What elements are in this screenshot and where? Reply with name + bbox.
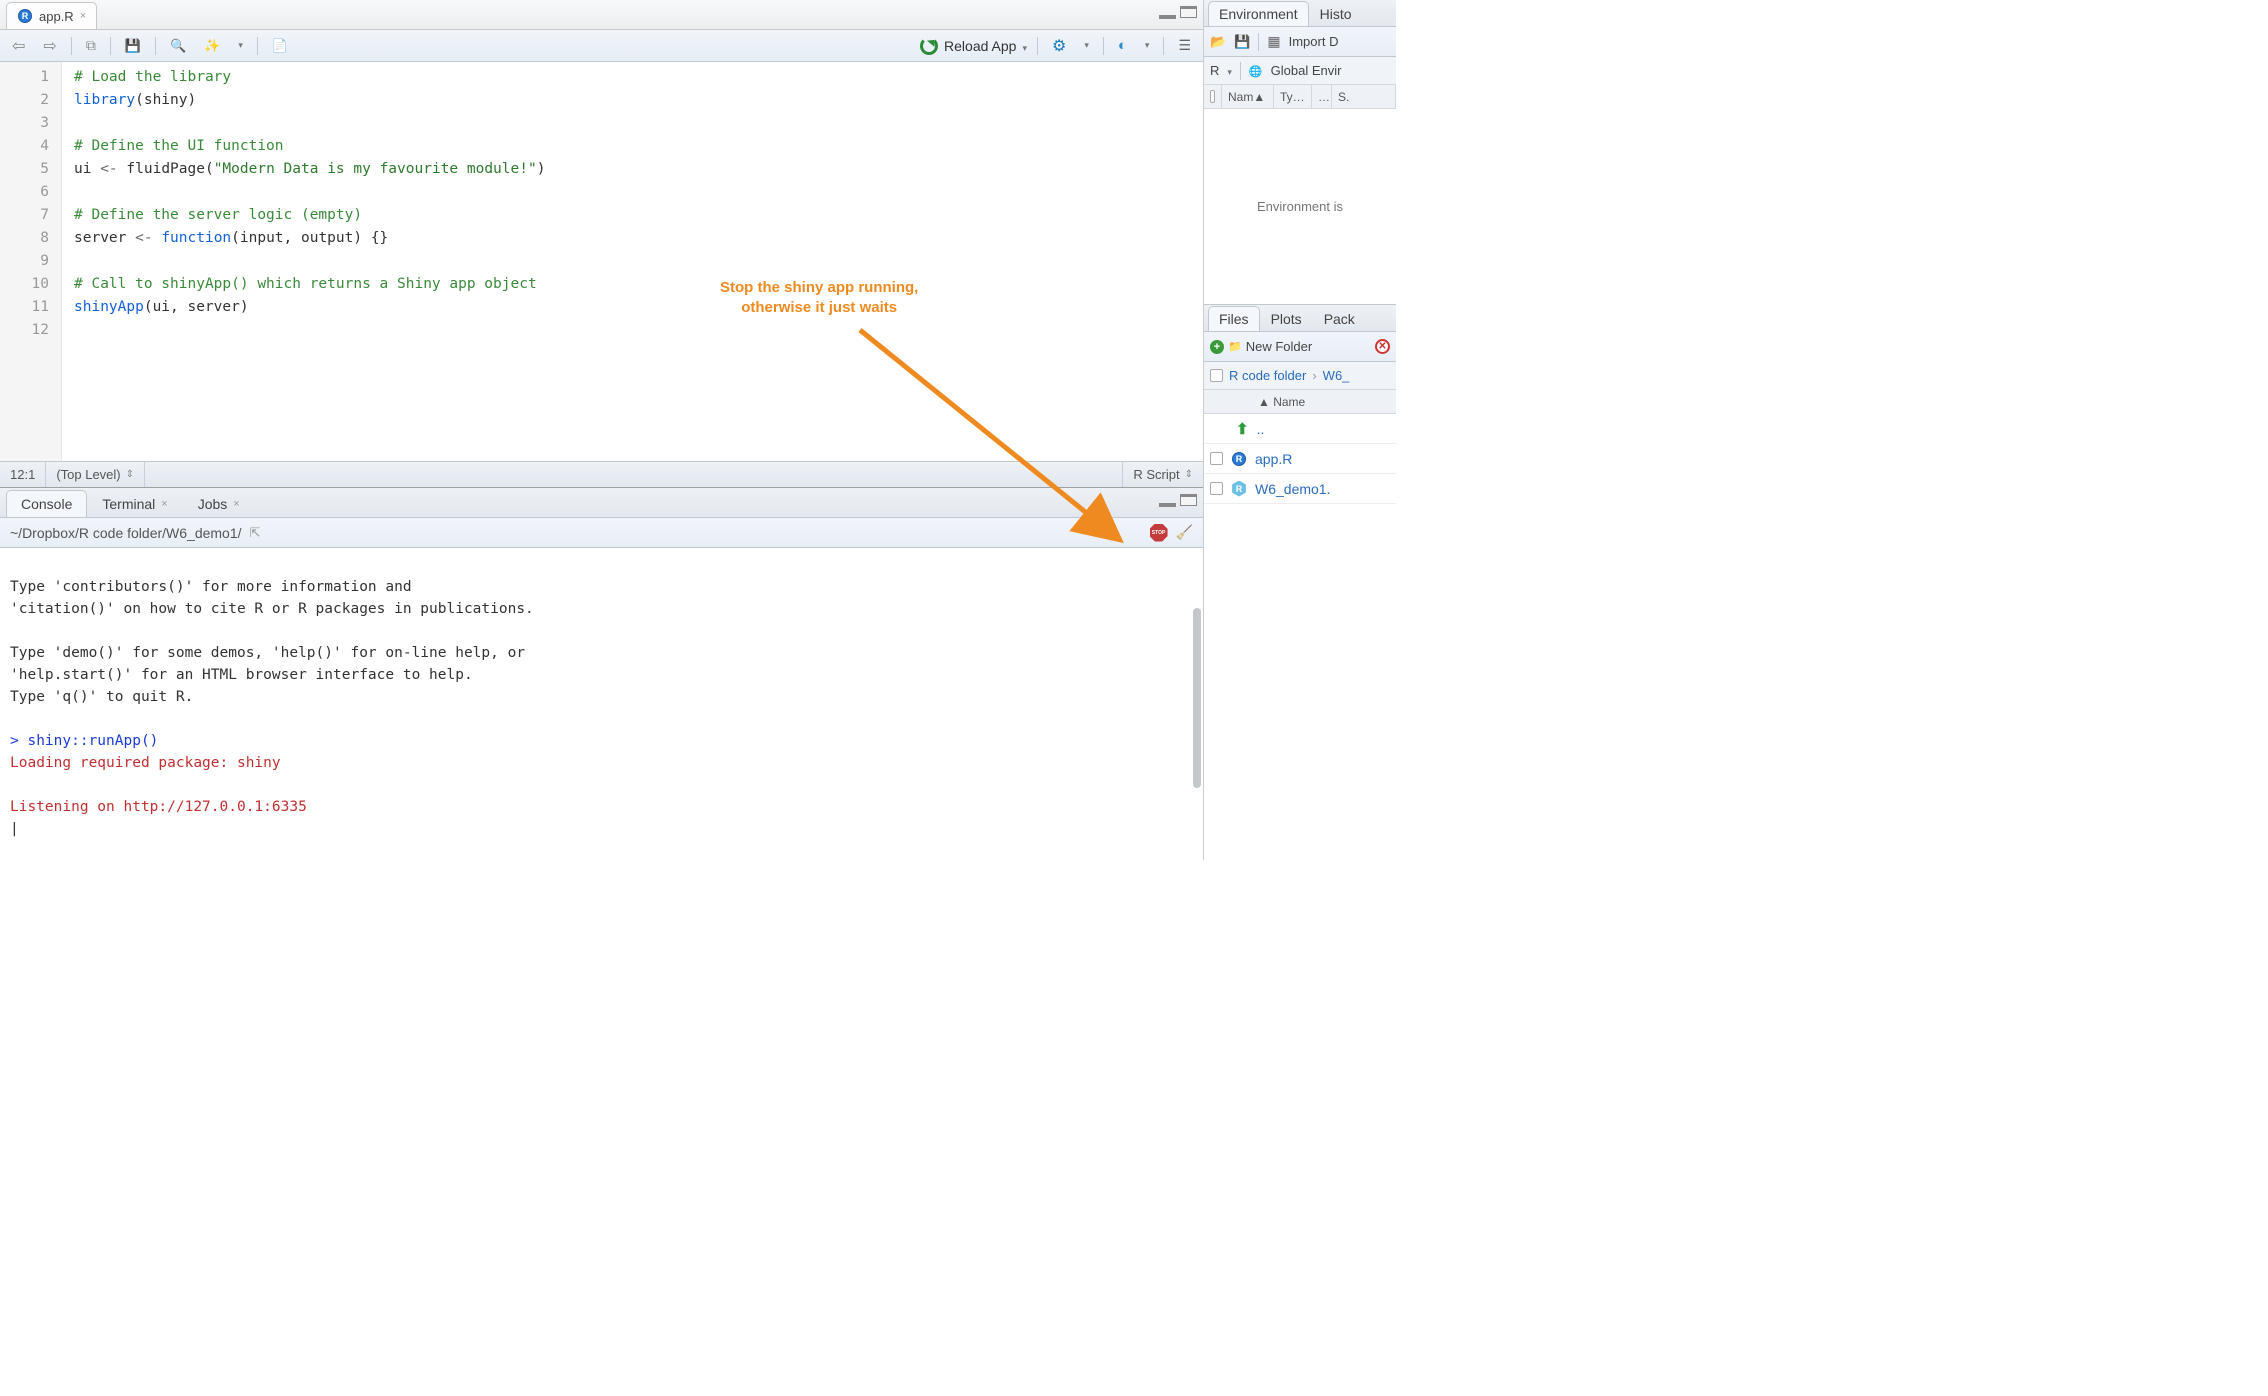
env-tab-row: Environment Histo (1204, 0, 1396, 27)
env-table-header: Nam▲ Ty… … S. (1204, 85, 1396, 109)
stop-button[interactable] (1150, 524, 1168, 542)
console-scrollbar[interactable] (1193, 608, 1201, 788)
clear-console-button[interactable] (1176, 524, 1193, 541)
minimize-pane-icon[interactable] (1159, 15, 1176, 19)
file-tab-label: app.R (39, 9, 74, 24)
code-editor[interactable]: 1 2 3 4 5 6 7 8 9 10 11 12 # Load the li… (0, 62, 1203, 461)
env-col-length[interactable]: … (1312, 85, 1332, 108)
app-settings-dropdown[interactable] (1080, 35, 1093, 57)
console-tab-row: Console Terminal× Jobs× (0, 488, 1203, 518)
env-col-size[interactable]: S. (1332, 85, 1396, 108)
plus-icon: + (1210, 340, 1224, 354)
files-table-header: ▲ Name (1204, 390, 1396, 414)
tab-environment[interactable]: Environment (1208, 1, 1309, 26)
files-tab-row: Files Plots Pack (1204, 305, 1396, 332)
tab-console[interactable]: Console (6, 490, 87, 517)
env-col-name[interactable]: Nam▲ (1222, 85, 1274, 108)
env-toolbar: Import D (1204, 27, 1396, 57)
scope-selector[interactable]: (Top Level) (46, 462, 145, 487)
tab-files[interactable]: Files (1208, 306, 1260, 331)
line-number-gutter: 1 2 3 4 5 6 7 8 9 10 11 12 (0, 62, 62, 461)
show-in-new-window-button[interactable] (82, 35, 100, 57)
code-tools-button[interactable] (200, 35, 224, 57)
save-button[interactable] (121, 35, 145, 57)
new-folder-button[interactable]: + 📁 New Folder (1210, 339, 1312, 354)
rproj-icon (1231, 481, 1247, 497)
file-tab-app-r[interactable]: app.R × (6, 2, 97, 29)
goto-directory-icon[interactable] (250, 524, 261, 541)
app-settings-button[interactable] (1048, 35, 1070, 57)
tab-packages[interactable]: Pack (1313, 306, 1366, 331)
file-checkbox[interactable] (1210, 482, 1223, 495)
load-workspace-button[interactable] (1210, 34, 1226, 50)
publish-button[interactable] (1114, 35, 1131, 57)
env-engine-dropdown[interactable] (1227, 63, 1232, 78)
source-status-bar: 12:1 (Top Level) R Script (0, 461, 1203, 487)
folder-up-icon: ⬆ (1236, 420, 1249, 438)
reload-icon (920, 37, 938, 55)
import-dataset-label[interactable]: Import D (1289, 34, 1339, 49)
maximize-pane-icon[interactable] (1180, 6, 1197, 18)
document-outline-button[interactable] (1174, 35, 1195, 57)
source-tab-row: app.R × (0, 0, 1203, 30)
env-scope-row: R Global Envir (1204, 57, 1396, 85)
import-dataset-icon[interactable] (1267, 33, 1280, 50)
nav-forward-button[interactable] (39, 35, 60, 57)
console-output[interactable]: Type 'contributors()' for more informati… (0, 548, 1203, 860)
reload-app-button[interactable]: Reload App (920, 37, 1027, 55)
files-breadcrumb: R code folder › W6_ (1204, 362, 1396, 390)
tab-plots[interactable]: Plots (1260, 306, 1313, 331)
file-row-app-r[interactable]: app.R (1204, 444, 1396, 474)
minimize-pane-icon[interactable] (1159, 503, 1176, 507)
env-engine-label[interactable]: R (1210, 63, 1219, 78)
close-icon[interactable]: × (233, 498, 239, 510)
reload-dropdown[interactable] (1022, 38, 1027, 54)
breadcrumb-item[interactable]: W6_ (1323, 368, 1350, 383)
cursor-position[interactable]: 12:1 (0, 462, 46, 487)
maximize-pane-icon[interactable] (1180, 494, 1197, 506)
files-col-name[interactable]: ▲ Name (1252, 395, 1311, 409)
filetype-selector[interactable]: R Script (1122, 462, 1203, 487)
file-row-up[interactable]: ⬆ .. (1204, 414, 1396, 444)
tab-terminal[interactable]: Terminal× (87, 490, 182, 517)
close-icon[interactable]: × (80, 10, 86, 22)
find-replace-button[interactable] (166, 35, 190, 57)
r-file-icon (1231, 451, 1247, 467)
breadcrumb-item[interactable]: R code folder (1229, 368, 1306, 383)
r-file-icon (17, 8, 33, 24)
reload-app-label: Reload App (944, 38, 1016, 54)
compile-report-button[interactable] (268, 35, 292, 57)
env-select-all-checkbox[interactable] (1210, 90, 1215, 103)
tab-jobs[interactable]: Jobs× (183, 490, 255, 517)
env-col-type[interactable]: Ty… (1274, 85, 1312, 108)
file-row-rproj[interactable]: W6_demo1. (1204, 474, 1396, 504)
delete-button[interactable]: ✕ (1375, 339, 1390, 354)
code-content[interactable]: # Load the library library(shiny) # Defi… (62, 62, 545, 461)
global-env-label[interactable]: Global Envir (1271, 63, 1342, 78)
env-empty-message: Environment is (1204, 109, 1396, 304)
save-workspace-button[interactable] (1234, 34, 1250, 50)
close-icon[interactable]: × (161, 498, 167, 510)
working-directory[interactable]: ~/Dropbox/R code folder/W6_demo1/ (10, 525, 242, 541)
console-toolbar: ~/Dropbox/R code folder/W6_demo1/ (0, 518, 1203, 548)
file-checkbox[interactable] (1210, 452, 1223, 465)
breadcrumb-checkbox[interactable] (1210, 369, 1223, 382)
code-tools-dropdown[interactable] (234, 35, 247, 57)
tab-history[interactable]: Histo (1309, 1, 1363, 26)
files-toolbar: + 📁 New Folder ✕ (1204, 332, 1396, 362)
nav-back-button[interactable] (8, 35, 29, 57)
publish-dropdown[interactable] (1141, 35, 1154, 57)
source-toolbar: Reload App (0, 30, 1203, 62)
global-env-icon (1249, 63, 1263, 78)
